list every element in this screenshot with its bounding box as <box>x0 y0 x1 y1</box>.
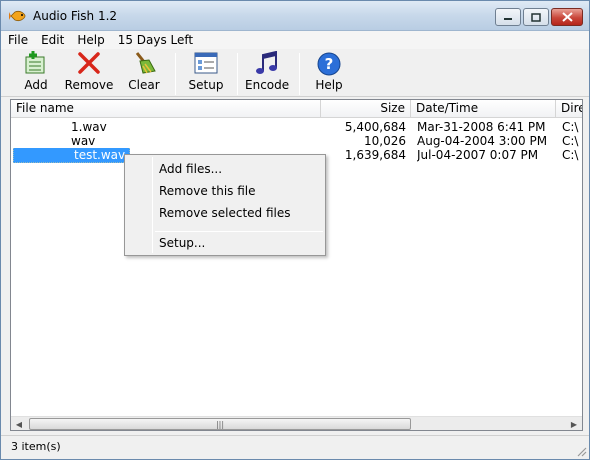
minimize-button[interactable] <box>495 8 521 26</box>
setup-label: Setup <box>188 78 224 92</box>
app-window: Audio Fish 1.2 File Edit Help 15 Days Le… <box>0 0 590 460</box>
toolbar-separator <box>299 53 300 95</box>
scroll-left-arrow[interactable]: ◀ <box>11 417 27 430</box>
resize-grip-icon[interactable] <box>575 445 587 457</box>
directory-cell: C:\ <box>562 134 579 148</box>
menu-edit[interactable]: Edit <box>34 33 70 47</box>
column-size[interactable]: Size <box>321 100 411 118</box>
scrollbar-thumb[interactable]: ||| <box>29 418 411 430</box>
remove-button[interactable]: Remove <box>63 51 115 95</box>
menu-item-setup[interactable]: Setup... <box>127 232 323 254</box>
clear-button[interactable]: Clear <box>123 51 165 95</box>
menu-help[interactable]: Help <box>70 33 110 47</box>
clear-label: Clear <box>128 78 160 92</box>
date-cell: Aug-04-2004 3:00 PM <box>417 134 548 148</box>
menu-item-remove-selected[interactable]: Remove selected files <box>127 202 323 224</box>
setup-icon <box>194 52 218 74</box>
menu-file[interactable]: File <box>1 33 34 47</box>
add-icon <box>25 51 45 74</box>
toolbar: Add Remove Clear Setup Encode ? Help <box>1 49 589 97</box>
context-menu: Add files... Remove this file Remove sel… <box>124 154 326 256</box>
svg-text:?: ? <box>325 55 334 73</box>
add-button[interactable]: Add <box>15 51 57 95</box>
setup-button[interactable]: Setup <box>185 51 227 95</box>
menu-bar: File Edit Help 15 Days Left <box>1 31 589 49</box>
help-label: Help <box>315 78 343 92</box>
directory-cell: C:\ <box>562 148 579 162</box>
table-row[interactable]: 1.wav 5,400,684 Mar-31-2008 6:41 PM C:\ <box>11 120 582 135</box>
encode-button[interactable]: Encode <box>245 51 289 95</box>
music-note-icon <box>256 51 277 74</box>
remove-icon <box>78 52 100 74</box>
date-cell: Jul-04-2007 0:07 PM <box>417 148 539 162</box>
close-button[interactable] <box>551 8 583 26</box>
file-list[interactable]: File name Size Date/Time Dire 1.wav 5,40… <box>10 99 583 431</box>
selected-file-name: test.wav <box>13 148 131 163</box>
window-title: Audio Fish 1.2 <box>33 9 118 23</box>
file-name-cell: wav <box>71 134 96 148</box>
date-cell: Mar-31-2008 6:41 PM <box>417 120 546 134</box>
column-date-time[interactable]: Date/Time <box>411 100 556 118</box>
encode-label: Encode <box>245 78 290 92</box>
close-icon <box>561 12 573 22</box>
add-label: Add <box>24 78 48 92</box>
table-row[interactable]: wav 10,026 Aug-04-2004 3:00 PM C:\ <box>11 134 582 149</box>
horizontal-scrollbar[interactable]: ◀ ||| ▶ <box>11 416 582 430</box>
scroll-right-arrow[interactable]: ▶ <box>566 417 582 430</box>
list-header: File name Size Date/Time Dire <box>11 100 582 118</box>
help-button[interactable]: ? Help <box>309 51 349 95</box>
maximize-button[interactable] <box>523 8 549 26</box>
broom-icon <box>135 52 156 74</box>
maximize-icon <box>531 12 541 22</box>
title-bar[interactable]: Audio Fish 1.2 <box>1 1 589 31</box>
minimize-icon <box>504 18 512 20</box>
toolbar-separator <box>237 53 238 95</box>
item-count: 3 item(s) <box>11 440 61 453</box>
menu-trial-days[interactable]: 15 Days Left <box>111 33 199 47</box>
file-name-cell: 1.wav <box>71 120 107 134</box>
toolbar-separator <box>175 53 176 95</box>
remove-label: Remove <box>64 78 114 92</box>
directory-cell: C:\ <box>562 120 579 134</box>
size-cell: 10,026 <box>364 134 406 148</box>
status-bar: 3 item(s) <box>1 435 589 459</box>
menu-item-remove-file[interactable]: Remove this file <box>127 180 323 202</box>
column-directory[interactable]: Dire <box>556 100 582 118</box>
help-icon: ? <box>317 52 341 76</box>
menu-item-add-files[interactable]: Add files... <box>127 158 323 180</box>
size-cell: 5,400,684 <box>344 120 406 134</box>
column-file-name[interactable]: File name <box>11 100 321 118</box>
fish-icon <box>9 10 26 22</box>
